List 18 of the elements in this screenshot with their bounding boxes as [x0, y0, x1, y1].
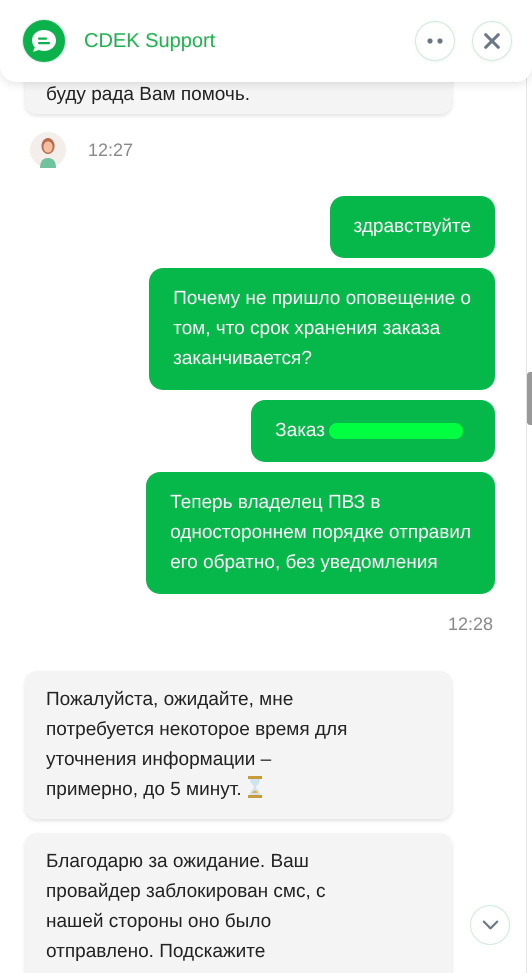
scrollbar-thumb[interactable]: [527, 372, 532, 425]
chat-title: CDEK Support: [84, 30, 216, 52]
agent-message: Благодарю за ожидание. Ваш провайдер заблокирован смс, с нашей стороны оно было отправлено. Подскажите: [25, 833, 452, 973]
more-button[interactable]: [415, 21, 455, 61]
dots-icon: [425, 37, 445, 45]
avatar: [30, 132, 66, 168]
message-time: 12:27: [88, 140, 134, 160]
user-message: Почему не пришло оповещение о том, что срок хранения заказа заканчивается?: [149, 268, 495, 390]
chat-bubble-icon: [22, 19, 66, 63]
scroll-down-button[interactable]: [470, 905, 510, 945]
chevron-down-icon: [482, 920, 498, 930]
close-button[interactable]: [472, 21, 512, 61]
user-message: здравствуйте: [330, 196, 495, 258]
user-message: Теперь владелец ПВЗ в одностороннем порядке отправил его обратно, без уведомления: [146, 472, 495, 594]
close-icon: [483, 32, 501, 50]
agent-message: Пожалуйста, ожидайте, мне потребуется некоторое время для уточнения информации – примерно, до 5 минут.: [25, 671, 452, 819]
user-message: Заказ: [251, 400, 495, 462]
message-time: 12:28: [448, 614, 493, 635]
